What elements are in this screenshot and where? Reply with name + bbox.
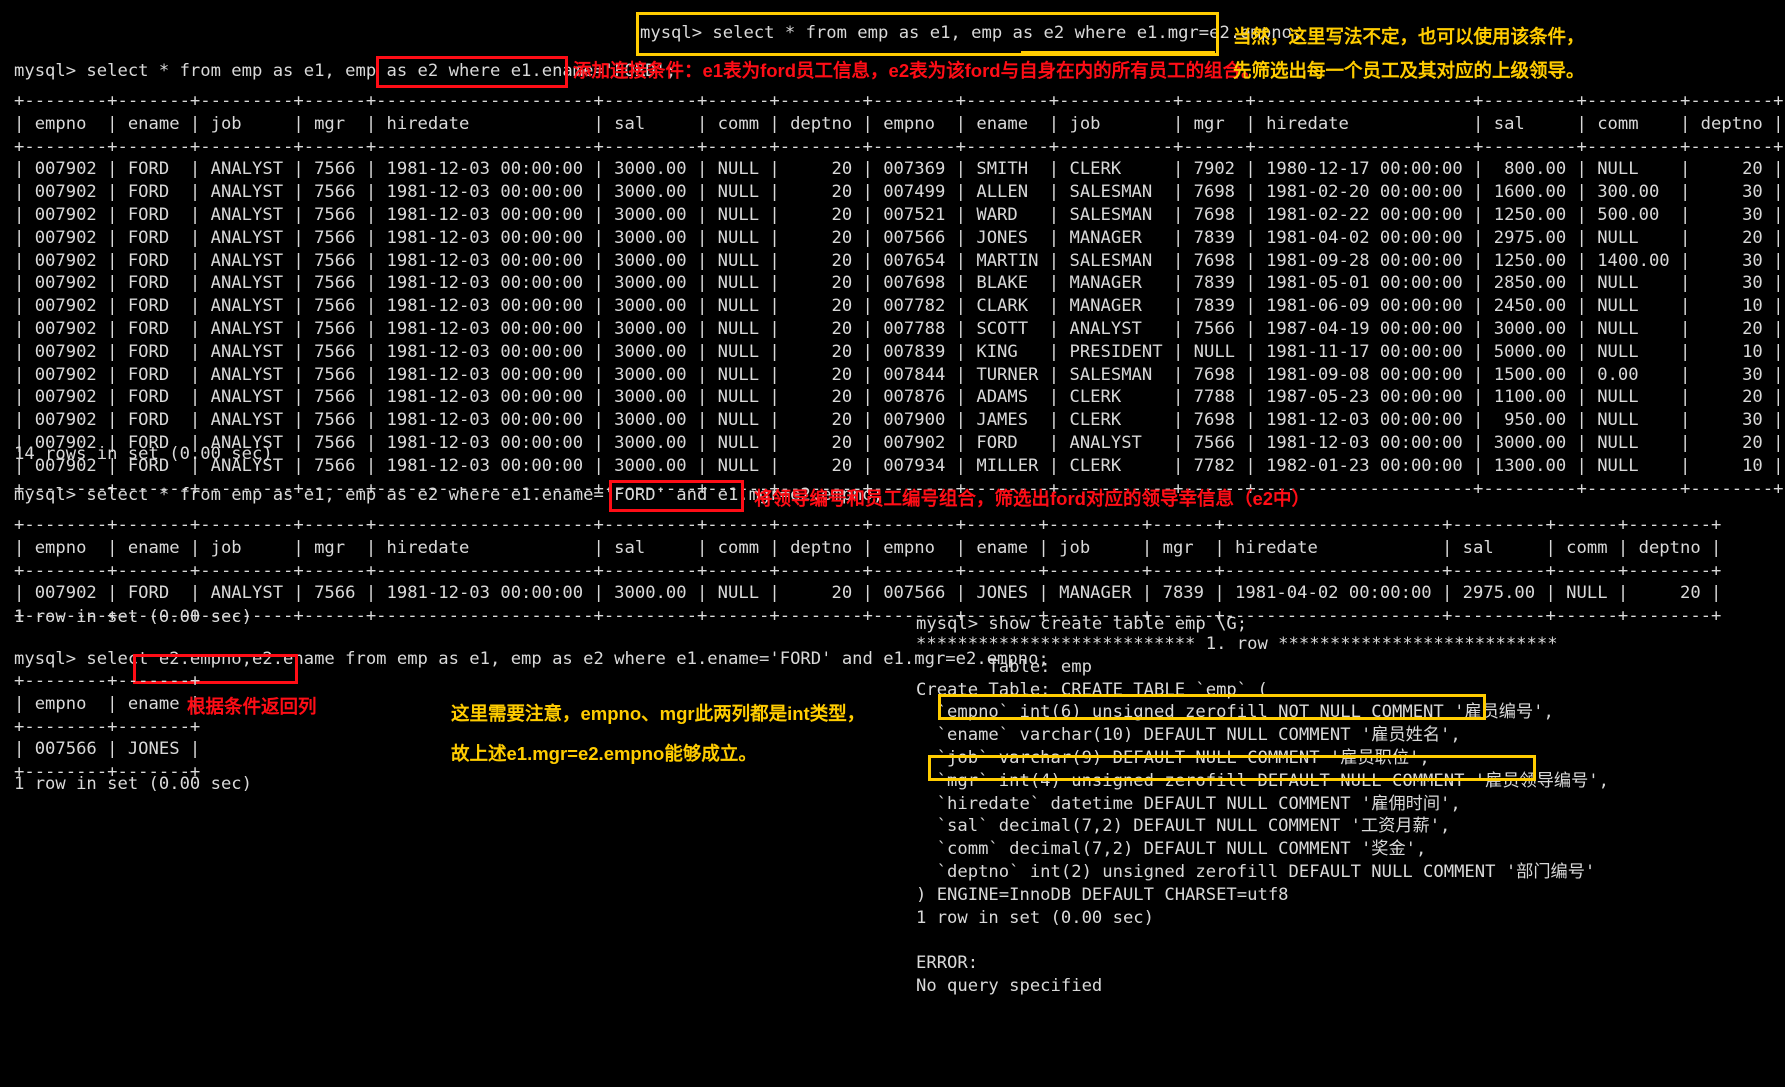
- annotation-yellow-1-line1: 当然，这里写法不定，也可以使用该条件，: [1233, 26, 1585, 47]
- annotation-yellow-2-line2: 故上述e1.mgr=e2.empno能够成立。: [451, 743, 757, 764]
- query-3-text: mysql> select e2.empno,e2.ename from emp…: [14, 649, 1049, 669]
- create-table-output: *************************** 1. row *****…: [916, 634, 1609, 996]
- status-rows-1-a: 1 row in set (0.00 sec): [14, 607, 252, 627]
- floating-query-text: mysql> select * from emp as e1, emp as e…: [640, 23, 1303, 43]
- query-2-text: mysql> select * from emp as e1, emp as e…: [14, 485, 884, 505]
- annotation-yellow-2-line1: 这里需要注意，empno、mgr此两列都是int类型，: [451, 703, 866, 724]
- annotation-red-3: 根据条件返回列: [187, 696, 317, 717]
- annotation-yellow-1-line2: 先筛选出每一个员工及其对应的上级领导。: [1233, 60, 1585, 81]
- result-table-1: +--------+-------+---------+------+-----…: [14, 91, 1784, 499]
- annotation-red-1: 添加连接条件：e1表为ford员工信息，e2表为该ford与自身在内的所有员工的…: [573, 60, 1260, 81]
- result-table-3: +--------+-------+ | empno | ename | +--…: [14, 671, 201, 783]
- floating-query-underline: [1021, 51, 1215, 54]
- status-rows-1-b: 1 row in set (0.00 sec): [14, 774, 252, 794]
- result-table-2: +--------+-------+---------+------+-----…: [14, 515, 1722, 627]
- annotation-red-2: 将领导编号和员工编号组合，筛选出ford对应的领导幸信息（e2中）: [754, 488, 1311, 509]
- status-rows-14: 14 rows in set (0.00 sec): [14, 444, 273, 464]
